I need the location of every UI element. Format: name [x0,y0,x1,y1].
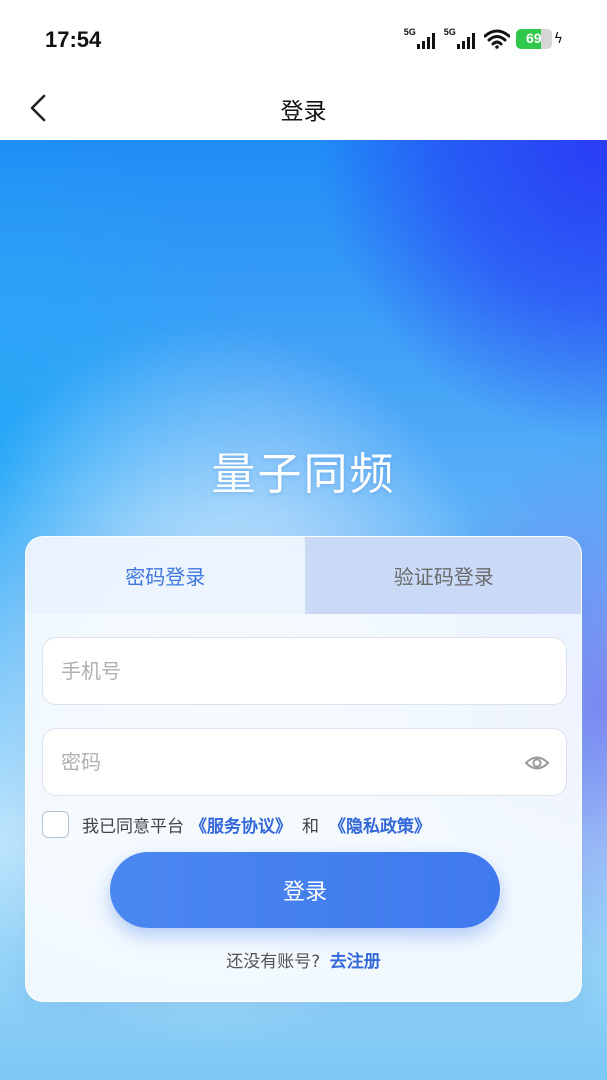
agreement-checkbox[interactable] [42,810,69,838]
login-card: 密码登录 验证码登录 我已同意平台 《服务协议》 和 《隐私政策》 登录 还没有… [25,536,582,1002]
charging-icon: ϟ [553,31,563,47]
service-agreement-link[interactable]: 《服务协议》 [190,812,292,837]
tab-code-login[interactable]: 验证码登录 [304,537,581,614]
status-icons: 5G 5G 69 ϟ [404,26,563,52]
nav-bar: 登录 [0,78,607,140]
login-button[interactable]: 登录 [110,852,500,928]
password-input[interactable] [61,750,501,774]
cellular-signal-icon: 5G [404,27,438,51]
network-type-label: 5G [403,27,416,37]
app-title: 量子同频 [211,449,396,500]
agreement-prefix: 我已同意平台 [82,816,184,837]
battery-icon: 69 [515,29,552,49]
phone-field [42,637,567,705]
privacy-policy-link[interactable]: 《隐私政策》 [329,812,431,837]
wifi-icon [483,29,510,49]
page-title: 登录 [280,99,327,125]
register-row: 还没有账号? 去注册 [26,947,581,972]
agreement-and: 和 [302,816,319,837]
status-time: 17:54 [45,27,102,52]
phone-input[interactable] [61,659,501,683]
login-tabs: 密码登录 验证码登录 [26,537,581,614]
battery-level: 69 [525,30,542,46]
eye-icon[interactable] [524,751,550,775]
network-type-label: 5G [443,27,456,37]
cellular-signal-icon: 5G [444,27,478,51]
register-link[interactable]: 去注册 [330,952,381,972]
password-field [42,728,567,796]
register-question: 还没有账号? [226,952,321,972]
battery-indicator: 69 ϟ [515,29,563,49]
agreement-row: 我已同意平台 《服务协议》 和 《隐私政策》 [42,810,431,838]
status-bar: 17:54 5G 5G 69 ϟ [0,0,607,78]
tab-password-login[interactable]: 密码登录 [26,537,305,614]
